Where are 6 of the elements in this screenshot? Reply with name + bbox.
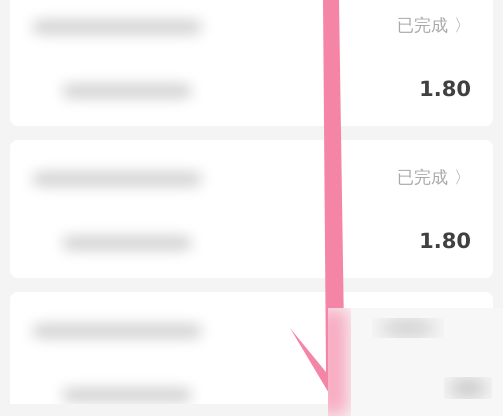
- order-amount: 1.80: [419, 229, 471, 253]
- chevron-icon: 〉: [454, 14, 471, 37]
- chevron-icon: 〉: [454, 166, 471, 189]
- order-amount: 1.80: [419, 77, 471, 101]
- status-link[interactable]: 已完成: [397, 166, 448, 189]
- status-link[interactable]: 已完成: [397, 14, 448, 37]
